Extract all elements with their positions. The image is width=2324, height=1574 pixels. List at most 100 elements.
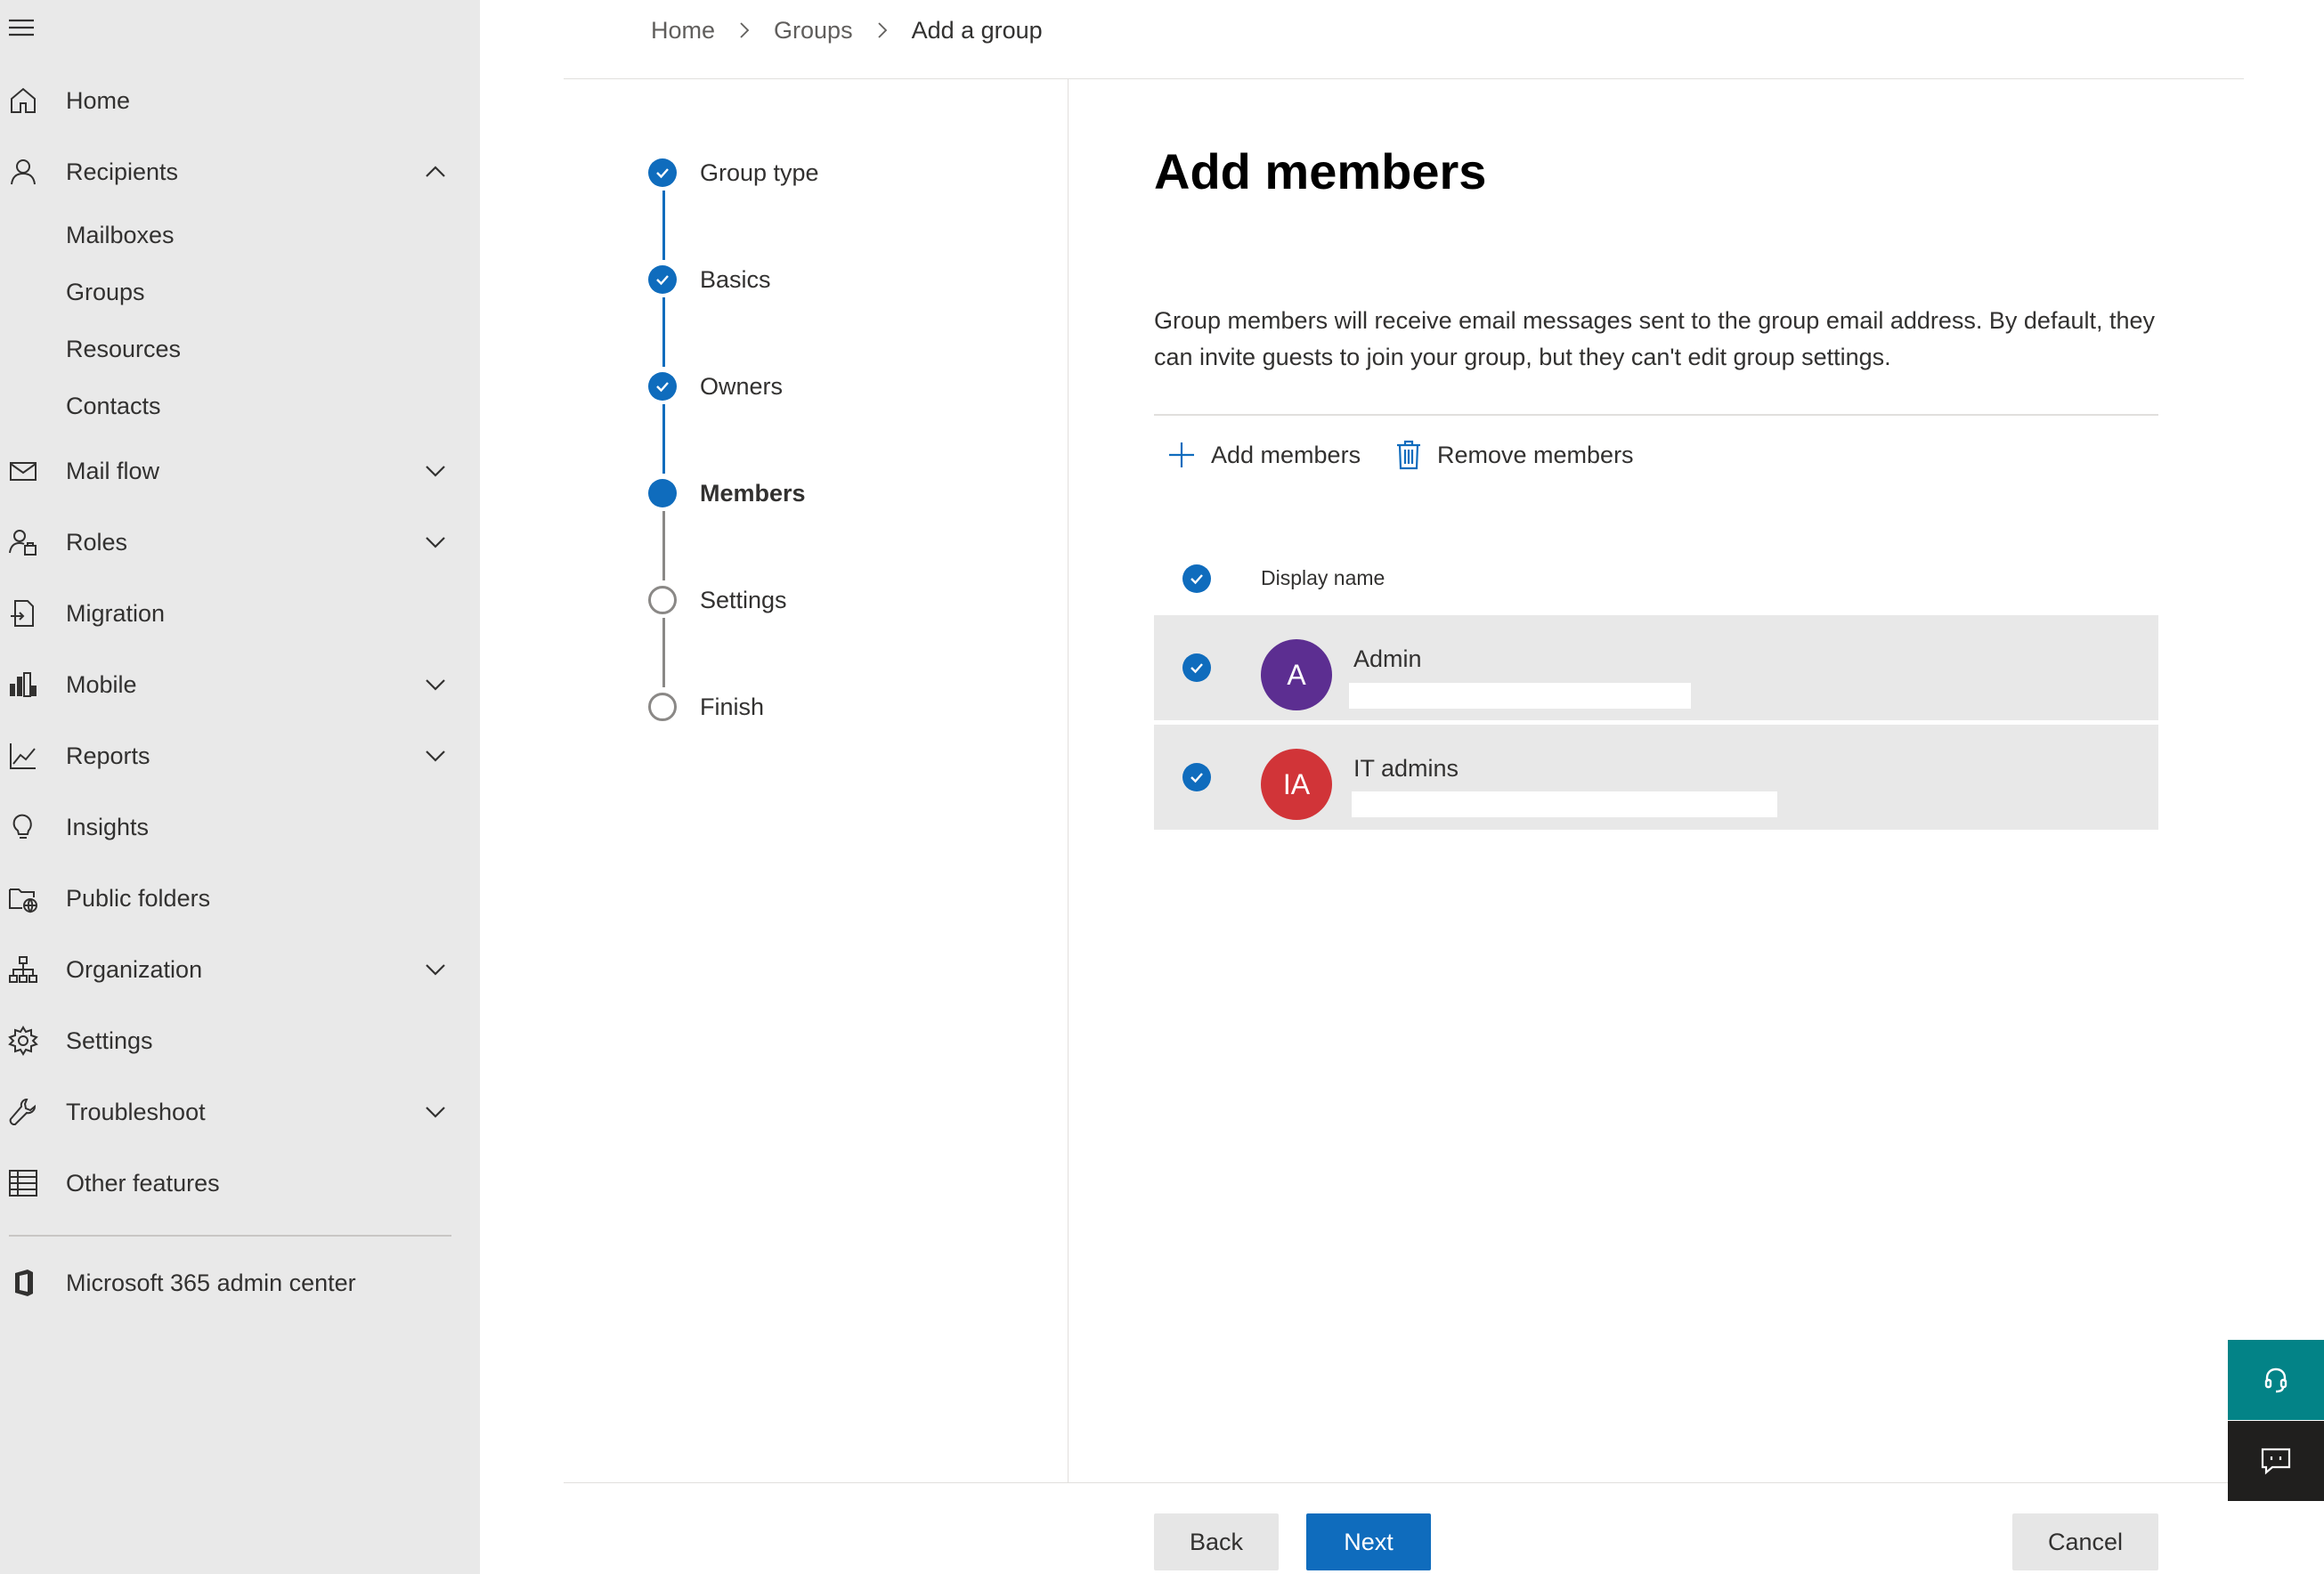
nav-item-public-folders[interactable]: Public folders [0,867,480,929]
office-logo-icon [5,1265,41,1301]
chevron-down-icon[interactable] [422,1099,449,1125]
nav-item-m365-admin-center[interactable]: Microsoft 365 admin center [0,1252,480,1314]
step-members[interactable]: Members [648,475,806,511]
organization-icon [5,952,41,987]
sidebar-subitem-groups[interactable]: Groups [0,265,480,319]
gear-icon [5,1023,41,1059]
public-folder-icon [5,880,41,916]
cancel-button[interactable]: Cancel [2012,1513,2158,1570]
row-checkbox[interactable] [1182,763,1211,791]
mail-icon [5,453,41,489]
nav-item-migration[interactable]: Migration [0,582,480,645]
nav-label: Recipients [66,158,179,185]
sidebar-subitem-mailboxes[interactable]: Mailboxes [0,208,480,262]
sidebar-subitem-contacts[interactable]: Contacts [0,379,480,433]
avatar: IA [1261,749,1332,820]
step-label: Owners [700,372,784,400]
breadcrumb: Home Groups Add a group [651,12,1043,48]
migration-icon [5,596,41,631]
nav-label: Insights [66,813,150,840]
chevron-down-icon[interactable] [422,529,449,556]
command-bar-divider [1154,414,2158,416]
nav-label: Contacts [66,392,161,419]
nav-item-reports[interactable]: Reports [0,725,480,787]
step-label: Settings [700,586,787,613]
home-icon [5,83,41,118]
nav-item-recipients[interactable]: Recipients [0,141,480,203]
step-connector [662,297,665,367]
step-group-type[interactable]: Group type [648,155,819,191]
redacted-email [1352,791,1777,817]
chevron-down-icon[interactable] [422,671,449,698]
checkmark-icon [1190,574,1203,585]
nav-label: Settings [66,1026,153,1054]
chevron-down-icon[interactable] [422,956,449,983]
back-button[interactable]: Back [1154,1513,1279,1570]
step-label: Members [700,479,806,507]
chevron-right-icon [877,22,887,38]
nav-item-home[interactable]: Home [0,69,480,132]
checkmark-icon [1190,773,1203,783]
plus-icon [1169,442,1194,467]
step-label: Basics [700,265,771,293]
step-connector [662,191,665,260]
chevron-down-icon[interactable] [422,742,449,769]
page-description: Group members will receive email message… [1154,307,2156,370]
breadcrumb-home[interactable]: Home [651,17,715,45]
add-members-label: Add members [1211,441,1361,468]
table-row[interactable]: IA IT admins [1154,725,2158,830]
chevron-down-icon[interactable] [422,458,449,484]
chevron-up-icon[interactable] [422,158,449,185]
nav-item-roles[interactable]: Roles [0,511,480,573]
nav-label: Organization [66,955,203,983]
step-finish: Finish [648,689,764,725]
nav-item-settings[interactable]: Settings [0,1010,480,1072]
headset-icon [2264,1367,2287,1393]
select-all-checkbox[interactable] [1182,564,1211,593]
nav-item-insights[interactable]: Insights [0,796,480,858]
checkmark-icon [1190,663,1203,674]
table-icon [5,1165,41,1201]
remove-members-label: Remove members [1437,441,1634,468]
feedback-button[interactable] [2228,1421,2324,1501]
trash-icon [1397,440,1420,470]
step-connector [662,404,665,474]
feedback-chat-icon [2261,1448,2291,1475]
nav-item-mail-flow[interactable]: Mail flow [0,440,480,502]
checkmark-icon [648,265,677,294]
step-label: Finish [700,693,765,720]
empty-step-circle-icon [648,693,677,721]
nav-label: Roles [66,528,128,556]
header-divider [564,78,2244,79]
step-owners[interactable]: Owners [648,369,783,404]
nav-item-organization[interactable]: Organization [0,938,480,1001]
step-connector [662,618,665,687]
step-settings: Settings [648,582,787,618]
nav-item-troubleshoot[interactable]: Troubleshoot [0,1081,480,1143]
step-basics[interactable]: Basics [648,262,771,297]
table-row[interactable]: A Admin [1154,615,2158,720]
member-name: Admin [1353,645,1422,672]
next-button[interactable]: Next [1306,1513,1431,1570]
footer-divider [564,1482,2244,1483]
current-step-dot-icon [648,479,677,507]
nav-item-other-features[interactable]: Other features [0,1152,480,1214]
row-checkbox[interactable] [1182,653,1211,682]
remove-members-button[interactable]: Remove members [1394,433,1634,477]
page-title: Add members [1154,143,1487,199]
step-label: Group type [700,158,819,186]
add-members-button[interactable]: Add members [1166,433,1361,477]
nav-label: Other features [66,1169,220,1197]
breadcrumb-groups[interactable]: Groups [774,17,853,45]
lightbulb-icon [5,809,41,845]
sidebar-subitem-resources[interactable]: Resources [0,322,480,376]
hamburger-menu-icon[interactable] [7,16,37,43]
avatar: A [1261,639,1332,710]
help-support-button[interactable] [2228,1340,2324,1420]
step-connector [662,511,665,580]
checkmark-icon [648,158,677,187]
roles-icon [5,524,41,560]
column-header-display-name[interactable]: Display name [1261,566,1385,590]
nav-item-mobile[interactable]: Mobile [0,653,480,716]
nav-label: Home [66,86,131,114]
